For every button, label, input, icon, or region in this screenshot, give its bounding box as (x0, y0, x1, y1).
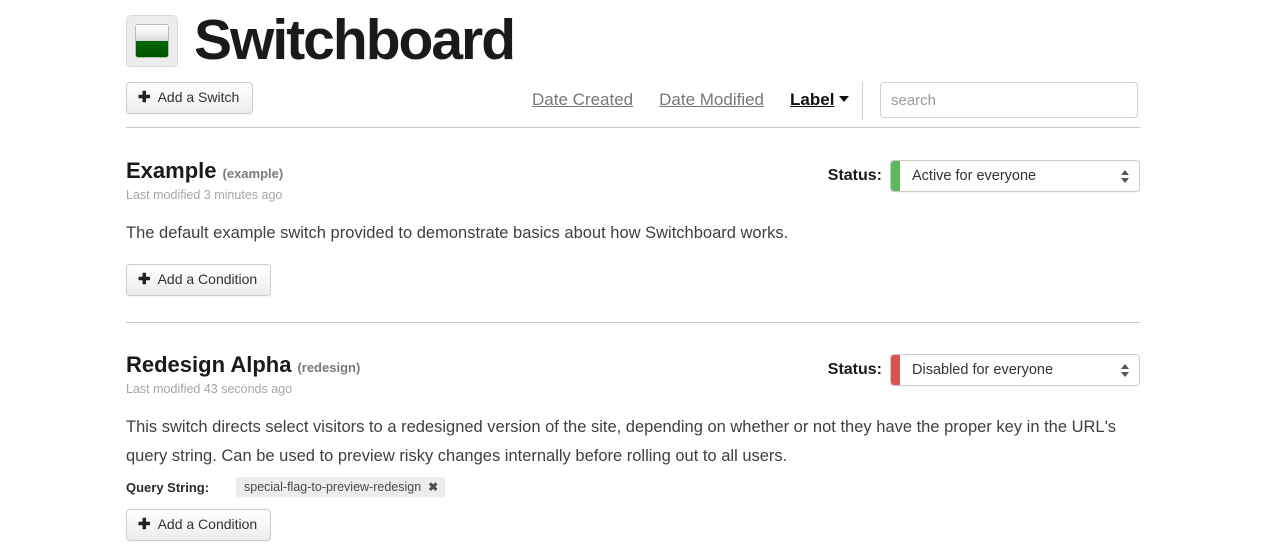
condition-label: Query String: (126, 479, 210, 495)
switch-key: (redesign) (297, 360, 361, 375)
switch-name[interactable]: Example (126, 158, 217, 183)
caret-down-icon (839, 96, 850, 102)
logo-inner (135, 23, 169, 58)
add-switch-label: Add a Switch (157, 89, 240, 105)
switch-toggle-icon (126, 14, 178, 67)
switch-name[interactable]: Redesign Alpha (126, 352, 291, 377)
condition-value: special-flag-to-preview-redesign (244, 480, 422, 494)
sort-date-modified[interactable]: Date Modified (659, 90, 764, 110)
remove-condition-icon[interactable]: ✖ (428, 481, 438, 493)
plus-icon: ✚ (138, 88, 151, 106)
status-selected-value: Disabled for everyone (912, 362, 1054, 378)
switch-row: Example (example) Last modified 3 minutes… (126, 158, 1140, 296)
select-stepper-icon (1111, 355, 1139, 385)
switch-description: This switch directs select visitors to a… (126, 418, 1117, 465)
toolbar-divider (862, 82, 863, 120)
app-header: Switchboard (126, 8, 516, 72)
status-label: Status: (827, 167, 882, 184)
status-select[interactable]: Active for everyone (890, 160, 1140, 192)
status-label: Status: (827, 361, 882, 378)
switch-key: (example) (222, 166, 284, 181)
add-condition-label: Add a Condition (157, 516, 258, 532)
page-title: Switchboard (194, 8, 516, 72)
status-control: Status: Active for everyone (828, 160, 1140, 192)
add-condition-button[interactable]: ✚ Add a Condition (126, 509, 272, 541)
caret-up-icon (1121, 169, 1129, 175)
switch-row: Redesign Alpha (redesign) Last modified 4… (126, 352, 1140, 541)
add-condition-label: Add a Condition (157, 271, 258, 287)
sort-label[interactable]: Label (790, 90, 850, 110)
plus-icon: ✚ (138, 270, 151, 288)
status-badge (891, 161, 900, 191)
page-root: Switchboard ✚ Add a Switch Date Created … (0, 0, 1265, 560)
condition-chip: special-flag-to-preview-redesign ✖ (236, 477, 446, 497)
sort-links: Date Created Date Modified Label (532, 90, 850, 110)
plus-icon: ✚ (138, 515, 151, 533)
search-input[interactable] (880, 82, 1138, 118)
condition-row: Query String: special-flag-to-preview-re… (126, 477, 1140, 497)
sort-label-text: Label (790, 90, 835, 109)
switch-description: The default example switch provided to d… (126, 224, 789, 242)
add-condition-button[interactable]: ✚ Add a Condition (126, 264, 272, 296)
status-badge (891, 355, 900, 385)
divider-between-switches (126, 322, 1140, 323)
logo-top-half (136, 24, 168, 41)
status-select[interactable]: Disabled for everyone (890, 354, 1140, 386)
divider-top (126, 127, 1140, 128)
caret-up-icon (1121, 363, 1129, 369)
status-control: Status: Disabled for everyone (828, 354, 1140, 386)
caret-down-icon (1121, 371, 1129, 377)
select-stepper-icon (1111, 161, 1139, 191)
add-switch-button[interactable]: ✚ Add a Switch (126, 82, 254, 114)
status-selected-value: Active for everyone (912, 168, 1037, 184)
logo-bottom-half (136, 40, 168, 57)
sort-date-created[interactable]: Date Created (532, 90, 633, 110)
toolbar: ✚ Add a Switch Date Created Date Modifie… (126, 82, 1140, 120)
caret-down-icon (1121, 177, 1129, 183)
switch-header: Example (example) Last modified 3 minutes… (126, 158, 1140, 202)
switch-header: Redesign Alpha (redesign) Last modified 4… (126, 352, 1140, 396)
